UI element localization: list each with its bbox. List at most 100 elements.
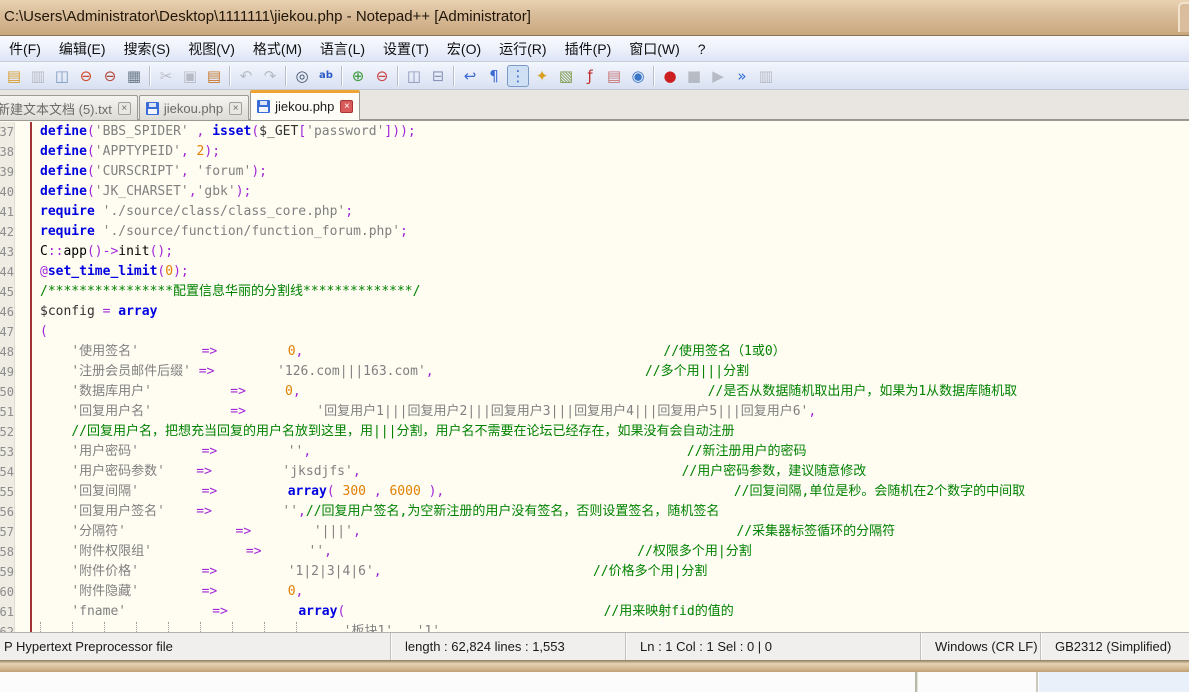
paste-icon[interactable]: ▤ [203,65,225,87]
menu-settings[interactable]: 设置(T) [374,39,438,59]
line-number: 55 [0,482,14,502]
menu-macro[interactable]: 宏(O) [438,39,490,59]
token-p [228,604,298,619]
token-p [40,584,71,599]
zoom-out-icon[interactable]: ⊖ [371,65,393,87]
folder-as-workspace-icon[interactable]: ▤ [603,65,625,87]
token-p [217,444,287,459]
code-line-58: '附件权限组' => '', //权限多个用|分割 [40,542,1189,562]
function-list-icon[interactable]: ƒ [579,65,601,87]
code-line-53: '用户密码' => '', //新注册用户的密码 [40,442,1189,462]
token-k: define [40,164,87,179]
sync-horizontal-scroll-icon[interactable]: ⊟ [427,65,449,87]
tab-2[interactable]: jiekou.php× [139,95,249,120]
tab-close-icon[interactable]: × [229,102,242,115]
token-p [40,564,71,579]
token-k: define [40,144,87,159]
code-line-59: '附件价格' => '1|2|3|4|6', //价格多个用|分割 [40,562,1189,582]
token-p [139,444,202,459]
token-o: , [353,464,361,479]
token-p [95,304,103,319]
token-p [212,504,282,519]
line-number: 47 [0,322,14,342]
indent-guide [264,622,296,632]
token-p [152,404,230,419]
replace-icon[interactable]: ab [315,65,337,87]
tab-1[interactable]: 新建文本文档 (5).txt× [0,95,138,120]
macro-record-icon[interactable]: ● [659,65,681,87]
word-wrap-icon[interactable]: ↩ [459,65,481,87]
title-bar[interactable]: C:\Users\Administrator\Desktop\1111111\j… [0,0,1189,36]
menu-file[interactable]: 件(F) [0,39,50,59]
close-icon[interactable]: ⊖ [75,65,97,87]
token-o: ( [40,324,48,339]
token-s: '1|2|3|4|6' [288,564,374,579]
token-p [217,584,287,599]
zoom-in-icon[interactable]: ⊕ [347,65,369,87]
sync-vertical-scroll-icon[interactable]: ◫ [403,65,425,87]
code-line-43: C::app()->init(); [40,242,1189,262]
token-o: => [196,464,212,479]
line-number-gutter: 3738394041424344454647484950515253545556… [0,122,15,632]
menu-format[interactable]: 格式(M) [244,39,311,59]
token-k: define [40,124,87,139]
token-p [152,544,246,559]
user-defined-dialog-icon[interactable]: ✦ [531,65,553,87]
line-number: 42 [0,222,14,242]
code-line-56: '回复用户签名' => '',//回复用户签名,为空新注册的用户没有签名，否则设… [40,502,1189,522]
line-number: 60 [0,582,14,602]
menu-edit[interactable]: 编辑(E) [50,39,115,59]
monitoring-eye-icon[interactable]: ◉ [627,65,649,87]
token-s: 'APPTYPEID' [95,144,181,159]
token-p [217,564,287,579]
editor[interactable]: 3738394041424344454647484950515253545556… [0,120,1189,632]
open-file-icon[interactable]: ▤ [3,65,25,87]
token-o: => [202,584,218,599]
print-icon[interactable]: ▦ [123,65,145,87]
status-eol-format: Windows (CR LF) [920,633,1040,660]
menu-plugins[interactable]: 插件(P) [556,39,621,59]
token-s: '回复间隔' [71,484,139,499]
token-p [311,444,687,459]
macro-stop-icon: ■ [683,65,705,87]
token-p [262,544,309,559]
menu-run[interactable]: 运行(R) [490,39,555,59]
token-p [251,524,314,539]
menu-search[interactable]: 搜索(S) [115,39,180,59]
menu-bar: 件(F)编辑(E)搜索(S)视图(V)格式(M)语言(L)设置(T)宏(O)运行… [0,36,1189,62]
token-k: require [40,224,95,239]
toolbar-separator [149,66,151,86]
line-number: 43 [0,242,14,262]
menu-help[interactable]: ? [689,41,715,57]
tab-3[interactable]: jiekou.php× [250,90,360,120]
window-bottom-frame [0,660,1189,672]
token-p [332,544,637,559]
indent-guide-icon[interactable]: ⋮ [507,65,529,87]
menu-view[interactable]: 视图(V) [179,39,244,59]
token-o: => [212,604,228,619]
tab-close-icon[interactable]: × [340,100,353,113]
token-o: , [189,184,197,199]
token-o: => [202,484,218,499]
token-p [434,364,645,379]
close-all-icon[interactable]: ⊖ [99,65,121,87]
token-c: //新注册用户的密码 [687,444,807,459]
token-p [40,544,71,559]
token-p [40,424,71,439]
token-p [165,504,196,519]
tab-close-icon[interactable]: × [118,102,131,115]
macro-run-multiple-icon[interactable]: » [731,65,753,87]
token-o: (); [150,244,173,259]
save-all-icon[interactable]: ◫ [51,65,73,87]
window-title: C:\Users\Administrator\Desktop\1111111\j… [4,8,531,25]
token-s: '' [288,444,304,459]
menu-language[interactable]: 语言(L) [311,39,374,59]
token-p: C [40,244,48,259]
menu-window[interactable]: 窗口(W) [620,39,689,59]
cut-icon: ✂ [155,65,177,87]
code-area[interactable]: define('BBS_SPIDER' , isset($_GET['passw… [40,122,1189,632]
find-icon[interactable]: ◎ [291,65,313,87]
show-all-characters-icon[interactable]: ¶ [483,65,505,87]
document-map-icon[interactable]: ▧ [555,65,577,87]
line-number: 59 [0,562,14,582]
